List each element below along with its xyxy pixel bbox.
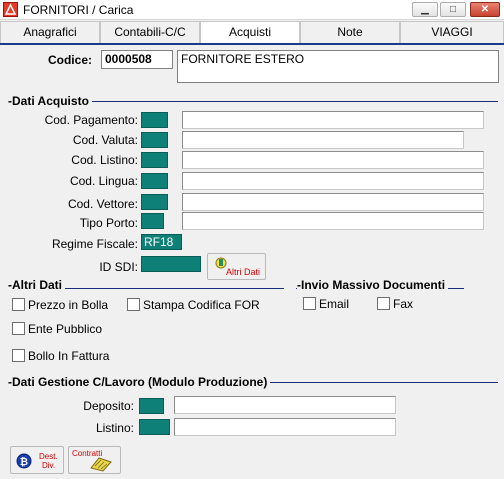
- section-title-invio-massivo: -Invio Massivo Documenti: [297, 278, 449, 292]
- contratti-button[interactable]: Contratti: [68, 446, 121, 474]
- svg-text:₿: ₿: [20, 456, 28, 468]
- altri-dati-label: Altri Dati: [226, 267, 261, 277]
- tipo-porto-code[interactable]: [141, 213, 164, 229]
- email-label: Email: [319, 297, 350, 311]
- deposito-label: Deposito:: [83, 399, 134, 413]
- section-title-dati-acquisto: -Dati Acquisto: [8, 94, 92, 108]
- cod-listino-code[interactable]: [141, 152, 168, 168]
- tipo-porto-desc[interactable]: [182, 212, 484, 230]
- cod-lingua-code[interactable]: [141, 173, 168, 189]
- id-sdi-label: ID SDI:: [99, 260, 138, 274]
- cod-pagamento-code[interactable]: [141, 112, 168, 128]
- regime-fiscale-label: Regime Fiscale:: [51, 237, 138, 251]
- minimize-button[interactable]: ▁: [412, 2, 438, 17]
- maximize-button[interactable]: □: [440, 2, 466, 17]
- stampa-codifica-checkbox[interactable]: [127, 298, 140, 311]
- cod-vettore-code[interactable]: [141, 194, 168, 210]
- cod-vettore-label: Cod. Vettore:: [67, 197, 138, 211]
- code-label: Codice:: [47, 53, 92, 67]
- prezzo-bolla-checkbox[interactable]: [12, 298, 25, 311]
- email-checkbox[interactable]: [303, 297, 316, 310]
- gestione-title: Dati Gestione C/Lavoro (Modulo Produzion…: [12, 375, 268, 389]
- tab-contabili[interactable]: Contabili-C/C: [100, 21, 200, 43]
- cod-valuta-code[interactable]: [141, 132, 168, 148]
- altri-dati-title: Altri Dati: [12, 278, 63, 292]
- cod-pagamento-label: Cod. Pagamento:: [44, 113, 138, 127]
- fax-label: Fax: [393, 297, 414, 311]
- window-title: FORNITORI / Carica: [23, 3, 134, 17]
- close-icon: ✕: [480, 4, 490, 15]
- code-field[interactable]: 0000508: [101, 50, 173, 69]
- tipo-porto-label: Tipo Porto:: [79, 216, 138, 230]
- cod-valuta-desc[interactable]: [182, 131, 464, 149]
- id-sdi-field[interactable]: [141, 256, 201, 272]
- close-button[interactable]: ✕: [470, 2, 500, 17]
- tab-acquisti[interactable]: Acquisti: [200, 21, 300, 43]
- listino-code[interactable]: [139, 419, 170, 435]
- section-title-gestione: -Dati Gestione C/Lavoro (Modulo Produzio…: [8, 375, 271, 389]
- cod-pagamento-desc[interactable]: [182, 111, 484, 129]
- cod-listino-label: Cod. Listino:: [71, 153, 138, 167]
- ente-pubblico-checkbox[interactable]: [12, 322, 25, 335]
- bollo-fattura-label: Bollo In Fattura: [28, 349, 110, 363]
- cod-lingua-desc[interactable]: [182, 172, 484, 190]
- regime-fiscale-field[interactable]: RF18: [141, 234, 182, 250]
- app-icon: [3, 2, 18, 17]
- dest-div-icon: ₿: [16, 453, 32, 469]
- stampa-codifica-label: Stampa Codifica FOR: [143, 298, 260, 312]
- bollo-fattura-checkbox[interactable]: [12, 349, 25, 362]
- ente-pubblico-label: Ente Pubblico: [28, 322, 103, 336]
- listino-label: Listino:: [95, 421, 134, 435]
- section-title-altri-dati: -Altri Dati: [8, 278, 66, 292]
- dati-acquisto-title: Dati Acquisto: [12, 94, 89, 108]
- prezzo-bolla-label: Prezzo in Bolla: [28, 298, 109, 312]
- tab-viaggi[interactable]: VIAGGI: [400, 21, 504, 43]
- tab-underline: [0, 43, 504, 45]
- deposito-code[interactable]: [139, 398, 164, 414]
- fax-checkbox[interactable]: [377, 297, 390, 310]
- cod-valuta-label: Cod. Valuta:: [72, 133, 138, 147]
- dest-div-button[interactable]: ₿ Dest. Div.: [10, 446, 64, 474]
- minimize-icon: ▁: [421, 4, 429, 15]
- cod-vettore-desc[interactable]: [182, 193, 484, 211]
- invio-massivo-title: Invio Massivo Documenti: [301, 278, 446, 292]
- dest-label: Dest.: [39, 452, 58, 461]
- deposito-desc[interactable]: [174, 396, 396, 414]
- altri-dati-button[interactable]: Altri Dati: [207, 253, 266, 280]
- listino-desc[interactable]: [174, 418, 396, 436]
- tab-bar: Anagrafici Contabili-C/C Acquisti Note V…: [0, 21, 504, 43]
- contratti-icon: [90, 457, 112, 472]
- maximize-icon: □: [449, 4, 457, 15]
- tab-note[interactable]: Note: [300, 21, 400, 43]
- cod-listino-desc[interactable]: [182, 151, 484, 169]
- tab-anagrafici[interactable]: Anagrafici: [0, 21, 100, 43]
- name-field[interactable]: FORNITORE ESTERO: [177, 50, 499, 83]
- cod-lingua-label: Cod. Lingua:: [69, 174, 138, 188]
- div-label: Div.: [42, 461, 56, 470]
